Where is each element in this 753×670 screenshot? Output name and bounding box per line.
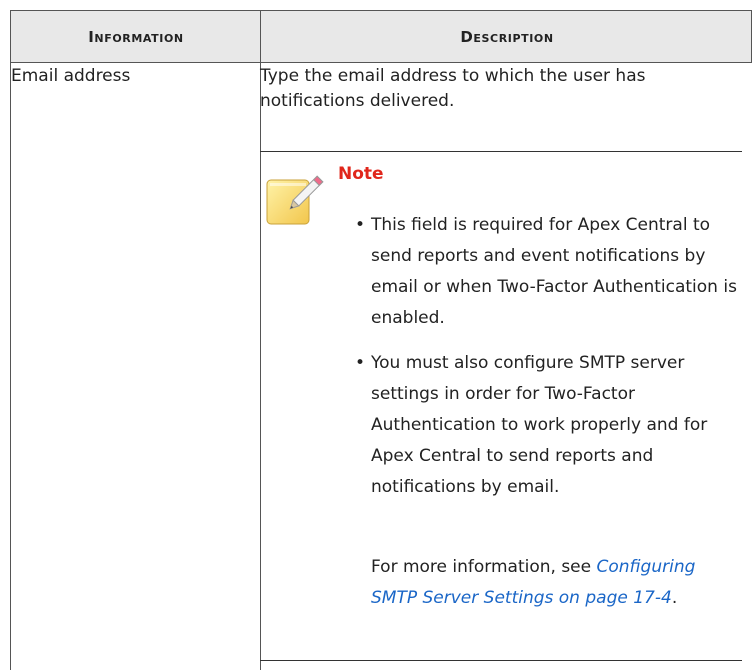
table-left-border [10,10,11,670]
note-bullet-item: • This field is required for Apex Central… [355,210,745,334]
more-info-suffix: . [671,588,678,608]
note-bullet-list: • This field is required for Apex Central… [355,210,745,517]
bullet-dot-icon: • [355,353,366,373]
note-pencil-icon [263,166,333,236]
more-info-prefix: For more information, see [371,557,597,577]
bullet-dot-icon: • [355,215,366,235]
table-header-row: Information Description [10,10,752,63]
note-bottom-rule [260,660,742,661]
note-label: Note [338,164,384,184]
row-description-cell: Type the email address to which the user… [260,66,646,111]
note-bullet-text: You must also configure SMTP server sett… [371,353,708,497]
note-bullet-item: • You must also configure SMTP server set… [355,348,745,503]
column-header-information: Information [88,28,184,46]
note-top-rule [260,151,742,152]
row-information-cell: Email address [11,66,131,86]
column-header-description: Description [460,28,554,46]
more-info-paragraph: For more information, see Configuring SM… [371,552,746,614]
note-bullet-text: This field is required for Apex Central … [371,215,737,328]
